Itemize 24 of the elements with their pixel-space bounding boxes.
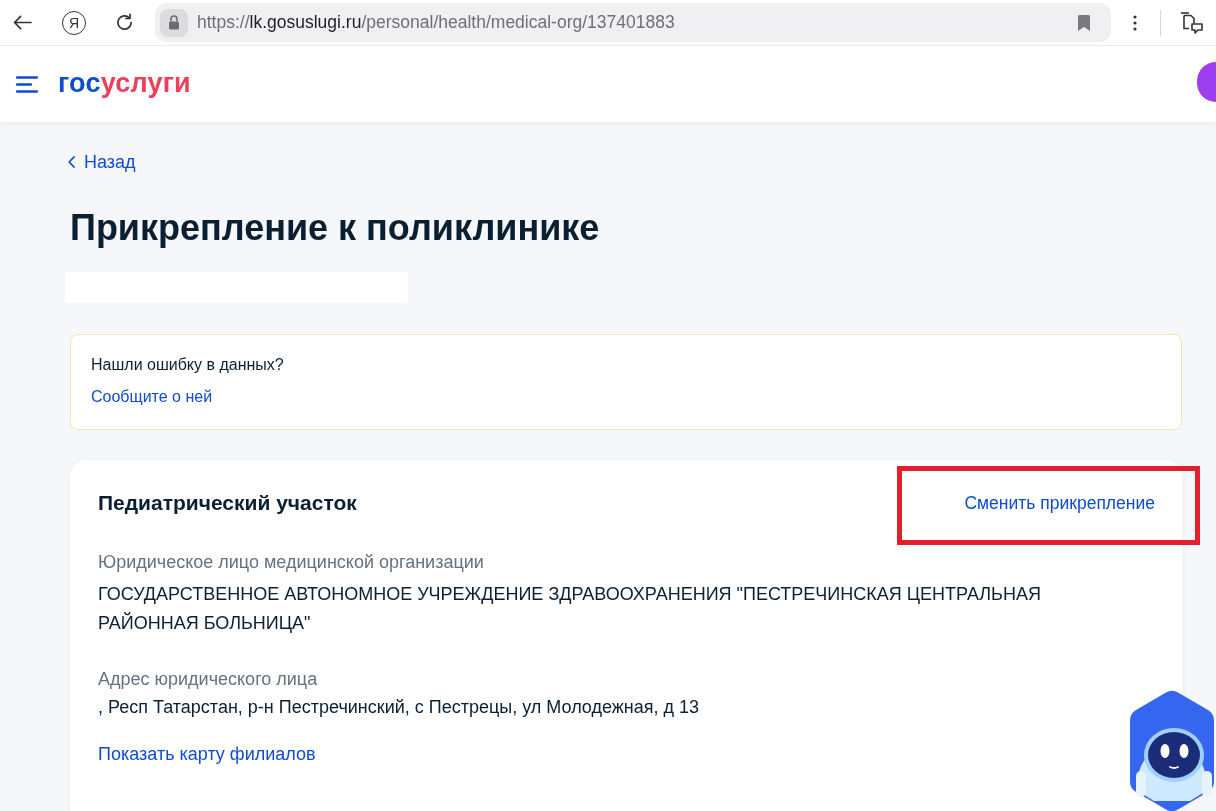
robot-assistant-icon[interactable]: [1128, 689, 1216, 811]
url-text: https://lk.gosuslugi.ru/personal/health/medical-org/137401883: [197, 12, 676, 33]
menu-icon[interactable]: [16, 75, 38, 93]
field-label: Адрес юридического лица: [98, 668, 319, 691]
field-label: Юридическое лицо медицинской организации: [98, 551, 485, 574]
reload-icon[interactable]: [115, 13, 134, 32]
field-value: ГОСУДАРСТВЕННОЕ АВТОНОМНОЕ УЧРЕЖДЕНИЕ ЗДРАВООХРАНЕНИЯ "ПЕСТРЕЧИНСКАЯ ЦЕНТРАЛЬНАЯ РАЙОННАЯ БОЛЬНИЦА": [98, 583, 1042, 635]
back-link[interactable]: Назад: [68, 150, 136, 174]
change-attachment-link[interactable]: Сменить прикрепление: [964, 489, 1155, 517]
lock-icon[interactable]: [160, 8, 188, 37]
extension-icon[interactable]: [1180, 11, 1204, 34]
bookmark-icon[interactable]: [1078, 14, 1090, 31]
address-field[interactable]: https://lk.gosuslugi.ru/personal/health/medical-org/137401883: [155, 3, 1111, 42]
page-title: Прикрепление к поликлинике: [70, 206, 600, 250]
field-value: , Респ Татарстан, р-н Пестречинский, с Пестрецы, ул Молодежная, д 13: [98, 696, 701, 719]
branch-map-link[interactable]: Показать карту филиалов: [98, 742, 316, 766]
browser-logo-button[interactable]: Я: [62, 10, 86, 35]
logo[interactable]: госуслуги: [58, 67, 191, 99]
chevron-left-icon: [68, 156, 75, 168]
report-link[interactable]: Сообщите о ней: [91, 386, 213, 408]
back-arrow-icon[interactable]: [13, 15, 32, 30]
notice-text: Нашли ошибку в данных?: [91, 355, 285, 375]
more-menu-icon[interactable]: [1133, 14, 1137, 31]
card-title: Педиатрический участок: [98, 490, 357, 516]
